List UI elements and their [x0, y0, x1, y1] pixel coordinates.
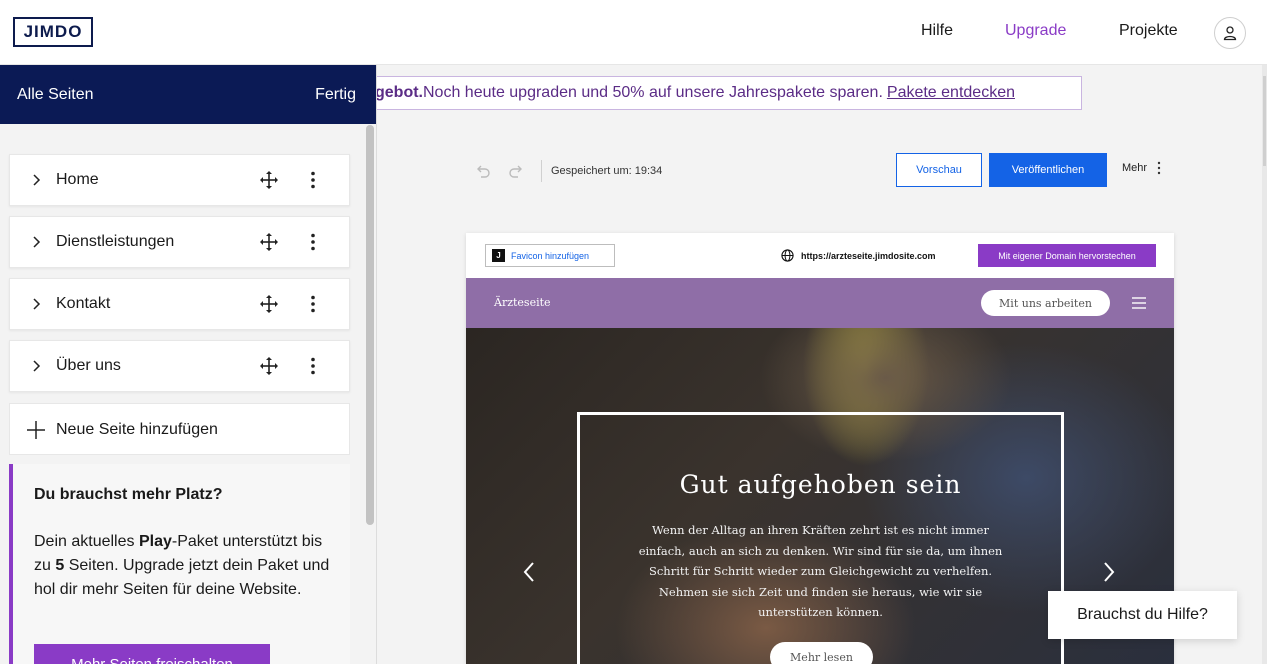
page-item-label: Über uns [56, 357, 121, 374]
chevron-right-icon[interactable] [28, 172, 44, 188]
chevron-right-icon[interactable] [28, 358, 44, 374]
unlock-pages-button[interactable]: Mehr Seiten freischalten [34, 644, 270, 664]
undo-icon[interactable] [475, 163, 491, 179]
publish-button[interactable]: Veröffentlichen [989, 153, 1107, 187]
sidebar-title: Alle Seiten [17, 85, 94, 103]
jimdo-logo[interactable]: JIMDO [13, 17, 93, 47]
toolbar-divider [541, 160, 542, 182]
kebab-icon[interactable] [303, 356, 323, 376]
sidebar-scrollbar[interactable] [366, 125, 374, 525]
hero-text: Wenn der Alltag an ihren Kräften zehrt i… [638, 523, 1003, 619]
page-item-home[interactable]: Home [9, 154, 350, 206]
help-widget-button[interactable]: Brauchst du Hilfe? [1048, 591, 1237, 639]
more-button[interactable]: Mehr [1122, 161, 1161, 175]
account-button[interactable] [1214, 17, 1246, 49]
slider-next-icon[interactable] [1102, 561, 1116, 583]
domain-url: https://arzteseite.jimdosite.com [801, 250, 936, 261]
page-item-ueber-uns[interactable]: Über uns [9, 340, 350, 392]
nav-projects-link[interactable]: Projekte [1119, 22, 1178, 40]
more-label: Mehr [1122, 162, 1148, 174]
kebab-icon[interactable] [303, 170, 323, 190]
custom-domain-button[interactable]: Mit eigener Domain hervorstechen [978, 244, 1156, 267]
kebab-icon[interactable] [303, 232, 323, 252]
chevron-right-icon[interactable] [28, 234, 44, 250]
site-name[interactable]: Ärzteseite [494, 296, 551, 309]
add-page-button[interactable]: Neue Seite hinzufügen [9, 403, 350, 455]
preview-button[interactable]: Vorschau [896, 153, 982, 187]
globe-icon [781, 249, 794, 262]
upsell-heading: Du brauchst mehr Platz? [34, 486, 223, 503]
nav-upgrade-link[interactable]: Upgrade [1005, 22, 1066, 40]
promo-text: Noch heute upgraden und 50% auf unsere J… [423, 84, 883, 101]
kebab-icon[interactable] [303, 294, 323, 314]
hero-text-box: Gut aufgehoben sein Wenn der Alltag an i… [577, 412, 1064, 664]
promo-bold: gebot. [375, 84, 423, 101]
hero-title: Gut aufgehoben sein [679, 470, 962, 499]
page-item-label: Kontakt [56, 295, 111, 312]
page-scrollbar-thumb[interactable] [1263, 76, 1266, 166]
promo-banner: gebot. Noch heute upgraden und 50% auf u… [340, 76, 1082, 110]
favicon-placeholder-icon: J [492, 249, 505, 262]
kebab-icon [1157, 161, 1161, 175]
hero-read-more-button[interactable]: Mehr lesen [770, 642, 873, 664]
move-icon[interactable] [259, 232, 279, 252]
page-item-label: Dienstleistungen [56, 233, 175, 250]
move-icon[interactable] [259, 294, 279, 314]
sidebar-header: Alle Seiten Fertig [0, 65, 376, 124]
site-nav-cta-button[interactable]: Mit uns arbeiten [981, 290, 1110, 316]
pages-sidebar: Alle Seiten Fertig Home Dienstleistungen… [0, 65, 377, 664]
user-icon [1223, 26, 1237, 41]
nav-help-link[interactable]: Hilfe [921, 22, 953, 40]
site-navigation: Ärzteseite Mit uns arbeiten [466, 278, 1174, 328]
site-domain: https://arzteseite.jimdosite.com [781, 249, 936, 262]
slider-prev-icon[interactable] [522, 561, 536, 583]
done-button[interactable]: Fertig [315, 86, 356, 104]
saved-status: Gespeichert um: 19:34 [551, 165, 663, 177]
top-bar: JIMDO Hilfe Upgrade Projekte [0, 0, 1267, 65]
move-icon[interactable] [259, 170, 279, 190]
page-item-label: Home [56, 171, 99, 188]
page-item-kontakt[interactable]: Kontakt [9, 278, 350, 330]
hamburger-menu-icon[interactable] [1131, 297, 1147, 309]
plus-icon [27, 421, 45, 439]
favicon-button[interactable]: J Favicon hinzufügen [485, 244, 615, 267]
add-page-label: Neue Seite hinzufügen [56, 421, 218, 438]
redo-icon[interactable] [508, 163, 524, 179]
favicon-label: Favicon hinzufügen [511, 250, 590, 261]
chevron-right-icon[interactable] [28, 296, 44, 312]
page-item-dienstleistungen[interactable]: Dienstleistungen [9, 216, 350, 268]
upsell-text: Dein aktuelles Play-Paket unterstützt bi… [34, 533, 330, 598]
promo-link[interactable]: Pakete entdecken [887, 84, 1015, 102]
move-icon[interactable] [259, 356, 279, 376]
upsell-card: Du brauchst mehr Platz? Dein aktuelles P… [9, 464, 350, 664]
